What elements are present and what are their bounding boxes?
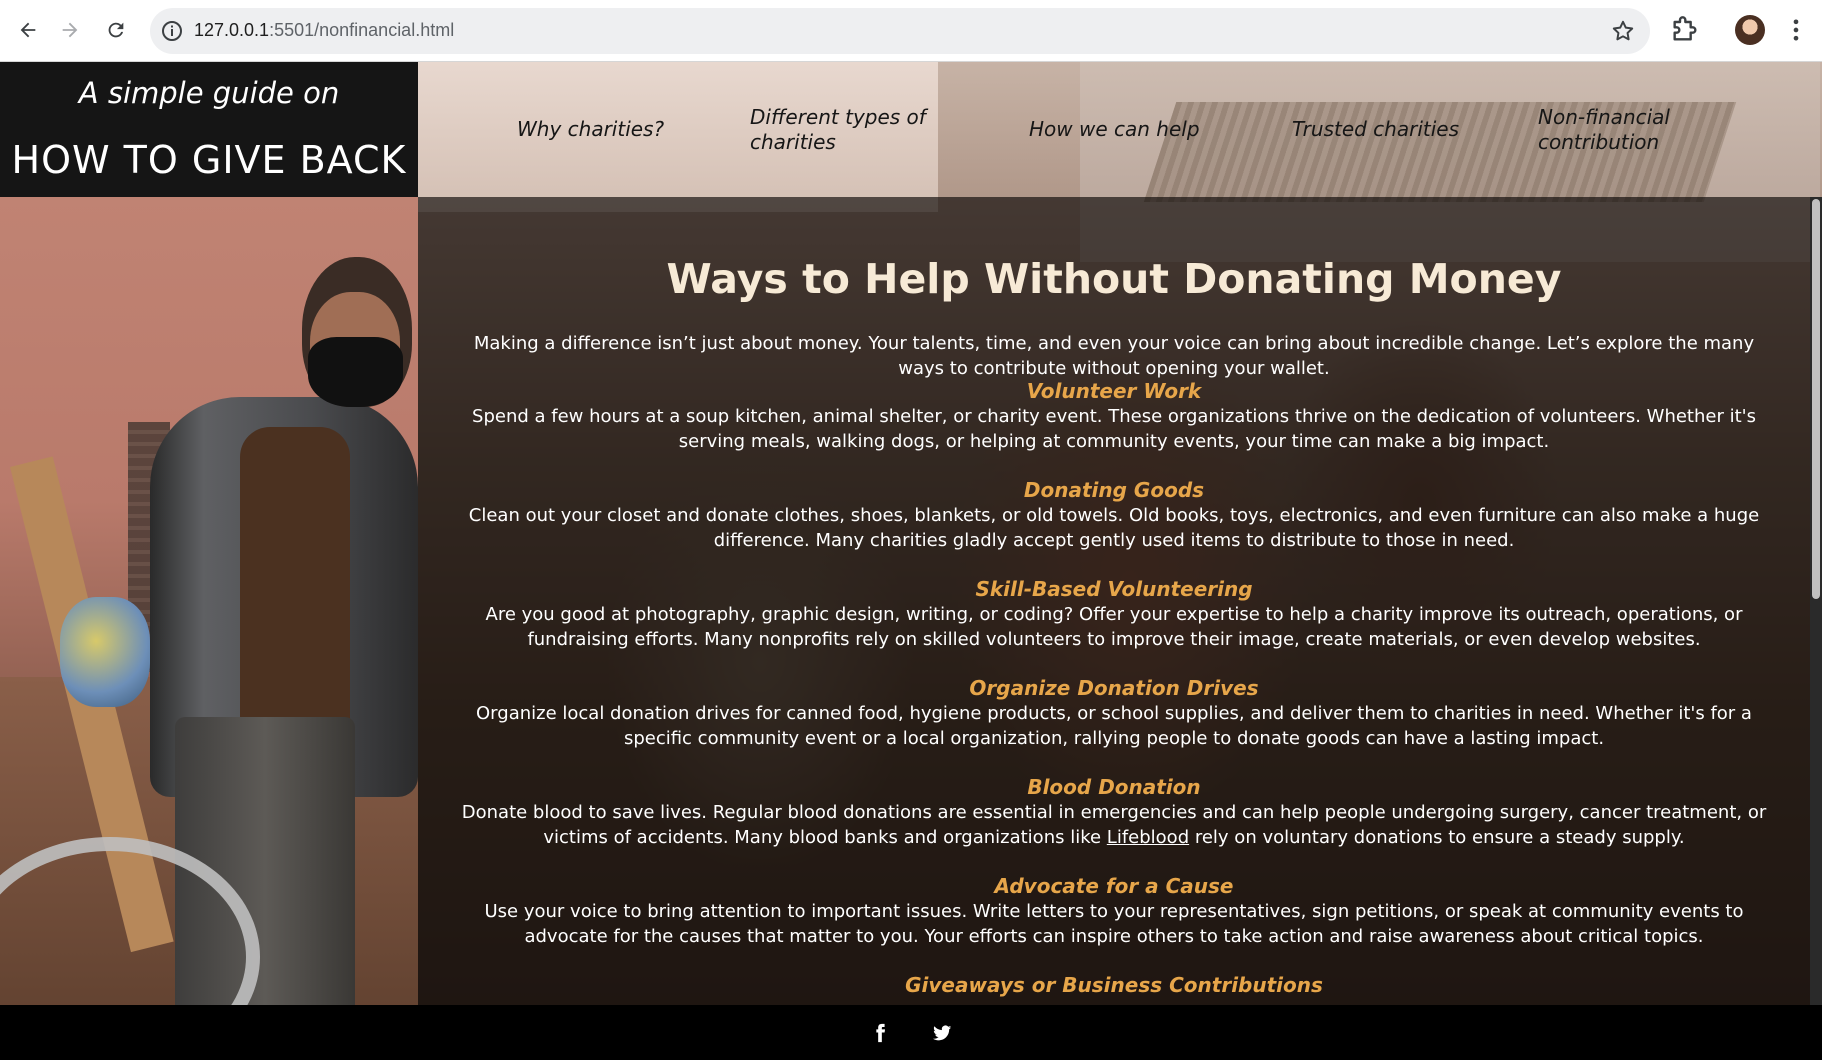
extensions-puzzle-icon[interactable]	[1668, 14, 1700, 46]
section-heading: Skill-Based Volunteering	[975, 577, 1253, 601]
photo-person-shirt	[240, 427, 350, 727]
more-menu-icon[interactable]	[1782, 16, 1810, 44]
nav-link-trusted-charities[interactable]: Trusted charities	[1292, 117, 1459, 142]
main-content: Ways to Help Without Donating Money Maki…	[418, 197, 1810, 1005]
page-title: Ways to Help Without Donating Money	[666, 255, 1562, 303]
brand-tagline: A simple guide on	[78, 76, 340, 110]
page-scrollbar[interactable]	[1810, 197, 1822, 1005]
section-heading: Advocate for a Cause	[994, 874, 1234, 898]
facebook-icon	[876, 1023, 886, 1043]
twitter-link[interactable]	[930, 1021, 954, 1045]
profile-avatar[interactable]	[1735, 15, 1765, 45]
section-organize-donation-drives: Organize Donation Drives Organize local …	[458, 676, 1770, 751]
section-text: Are you good at photography, graphic des…	[485, 604, 1743, 650]
section-text-after: rely on voluntary donations to ensure a …	[1189, 827, 1685, 848]
photo-bag	[60, 597, 150, 707]
nav-link-why-charities[interactable]: Why charities?	[517, 117, 664, 142]
scrollbar-thumb[interactable]	[1812, 199, 1820, 599]
side-photo	[0, 197, 418, 1060]
web-page: A simple guide on HOW TO GIVE BACK Why c…	[0, 62, 1822, 1060]
forward-button[interactable]	[52, 12, 88, 48]
brand-title: HOW TO GIVE BACK	[11, 138, 407, 182]
address-bar[interactable]: 127.0.0.1:5501/nonfinancial.html	[150, 8, 1650, 54]
site-footer	[0, 1005, 1822, 1060]
section-heading: Organize Donation Drives	[969, 676, 1259, 700]
section-heading: Volunteer Work	[1026, 379, 1202, 403]
section-blood-donation: Blood Donation Donate blood to save live…	[458, 775, 1770, 850]
url-text: 127.0.0.1:5501/nonfinancial.html	[194, 20, 454, 41]
section-volunteer-work: Volunteer Work Spend a few hours at a so…	[458, 379, 1770, 454]
twitter-icon	[932, 1025, 952, 1041]
section-heading: Donating Goods	[1023, 478, 1205, 502]
nav-link-non-financial-contribution[interactable]: Non-financial contribution	[1538, 105, 1698, 155]
back-arrow-icon	[20, 22, 36, 38]
section-text: Spend a few hours at a soup kitchen, ani…	[472, 406, 1756, 452]
section-advocate-for-a-cause: Advocate for a Cause Use your voice to b…	[458, 874, 1770, 949]
section-heading: Blood Donation	[1027, 775, 1201, 799]
browser-toolbar: 127.0.0.1:5501/nonfinancial.html	[0, 0, 1822, 62]
facebook-link[interactable]	[868, 1021, 892, 1045]
nav-link-types-of-charities[interactable]: Different types of charities	[750, 105, 950, 155]
section-text: Organize local donation drives for canne…	[476, 703, 1752, 749]
site-brand[interactable]: A simple guide on HOW TO GIVE BACK	[0, 62, 418, 197]
bookmark-star-icon[interactable]	[1610, 18, 1636, 44]
section-text: Donate blood to save lives. Regular bloo…	[458, 800, 1770, 850]
forward-arrow-icon	[62, 22, 78, 38]
back-button[interactable]	[10, 12, 46, 48]
section-heading: Giveaways or Business Contributions	[905, 973, 1323, 997]
site-info-icon[interactable]	[160, 19, 184, 43]
photo-person-mask	[308, 337, 403, 407]
main-navigation: Why charities? Different types of charit…	[418, 62, 1822, 197]
intro-paragraph: Making a difference isn’t just about mon…	[473, 333, 1755, 379]
section-text: Use your voice to bring attention to imp…	[484, 901, 1744, 947]
reload-button[interactable]	[98, 12, 134, 48]
nav-link-how-we-can-help[interactable]: How we can help	[1029, 117, 1200, 142]
section-text: Clean out your closet and donate clothes…	[468, 505, 1760, 551]
section-skill-based-volunteering: Skill-Based Volunteering Are you good at…	[458, 577, 1770, 652]
url-path: :5501/nonfinancial.html	[269, 20, 455, 40]
url-host: 127.0.0.1	[194, 20, 270, 40]
reload-icon	[108, 22, 124, 38]
lifeblood-link[interactable]: Lifeblood	[1107, 827, 1189, 848]
section-giveaways: Giveaways or Business Contributions	[458, 973, 1770, 998]
section-donating-goods: Donating Goods Clean out your closet and…	[458, 478, 1770, 553]
